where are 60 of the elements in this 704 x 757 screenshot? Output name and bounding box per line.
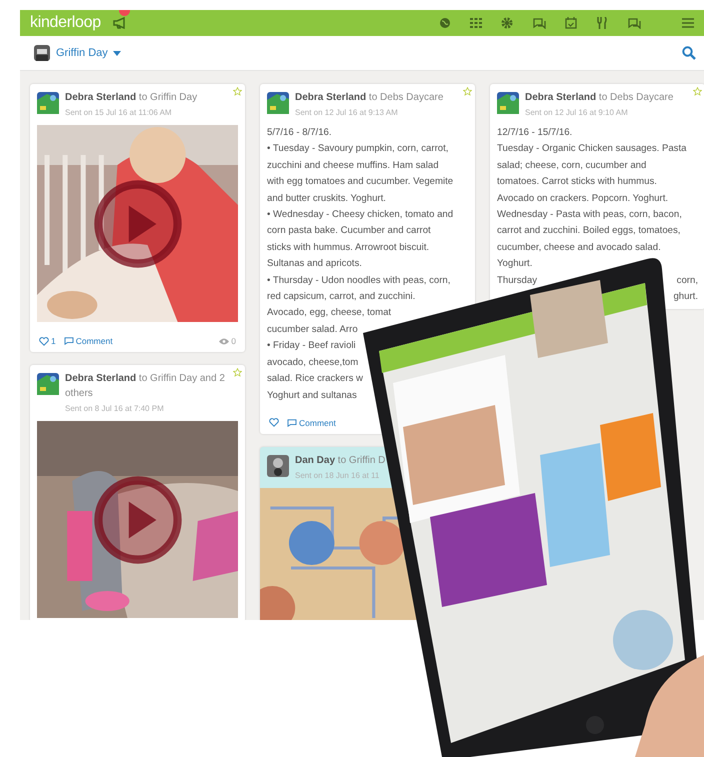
play-icon[interactable] xyxy=(92,474,184,566)
post-text-line: cucumber salad. Arro xyxy=(267,322,358,337)
post-text-line: Avocado, egg, cheese, tomat xyxy=(267,306,392,320)
post-text-line: and butter cruskits. Yoghurt. xyxy=(267,192,386,206)
menu-icon[interactable] xyxy=(682,18,694,28)
speech-bubble-icon xyxy=(287,418,297,427)
globe-icon[interactable] xyxy=(439,17,451,29)
post-text-line: Wednesday - Pasta with peas, corn, bacon, xyxy=(497,208,682,222)
post-text-line: Sultanas and apricots. xyxy=(267,257,362,272)
search-icon[interactable] xyxy=(682,46,696,60)
fork-knife-icon[interactable] xyxy=(596,17,608,29)
chat-icon[interactable] xyxy=(532,17,546,29)
post-author: Debra Sterland to Griffin Day xyxy=(65,91,198,105)
post-text-line: 12/7/16 - 15/7/16. xyxy=(497,126,572,140)
sent-date: Sent on 15 Jul 16 at 11:06 AM xyxy=(65,108,173,117)
sent-date: Sent on 12 Jul 16 at 9:13 AM xyxy=(295,108,399,117)
post-author: Debra Sterland to Griffin Day and 2 others xyxy=(65,372,226,401)
post-text-line: cucumber, cheese and avocado salad. xyxy=(497,240,661,255)
post-text-line: avocado, cheese,tom xyxy=(267,356,358,370)
post-text-line: 5/7/16 - 8/7/16. xyxy=(267,126,332,140)
eye-icon xyxy=(219,338,230,344)
post-text-line: Avocado on crackers. Popcorn. Yoghurt. xyxy=(497,192,668,206)
post-text-line: with egg tomatoes and cucumber. Vegemite xyxy=(267,175,454,190)
heart-icon xyxy=(39,336,49,346)
like-button[interactable]: 1 xyxy=(39,336,56,346)
post-text-line: Tuesday - Organic Chicken sausages. Pasta xyxy=(497,142,686,156)
star-icon[interactable] xyxy=(233,87,242,96)
play-icon[interactable] xyxy=(92,178,184,270)
chat-icon[interactable] xyxy=(627,17,641,29)
post-text-line: tomatoes. Carrot sticks with hummus. xyxy=(497,175,657,190)
like-button[interactable] xyxy=(269,418,279,428)
post-text-line: salad; cheese, corn, cucumber and xyxy=(497,158,646,173)
calendar-icon[interactable] xyxy=(565,17,577,29)
post-text-line: carrot and zucchini. Boiled eggs, tomatoes, xyxy=(497,224,680,238)
sent-date: Sent on 18 Jun 16 at 11 xyxy=(295,470,380,480)
post-text-line: • Wednesday - Cheesy chicken, tomato and xyxy=(267,208,454,222)
view-count: 0 xyxy=(219,336,236,346)
megaphone-icon[interactable] xyxy=(112,17,127,29)
post-text-line: Yoghurt and sultanas xyxy=(267,388,357,402)
post-text-line: • Friday - Beef ravioli xyxy=(267,339,356,354)
comment-link[interactable]: Comment xyxy=(287,418,336,428)
post-text-line: zucchini and cheese muffins. Ham salad xyxy=(267,158,439,173)
star-icon[interactable] xyxy=(693,87,702,96)
heart-icon xyxy=(269,418,279,428)
comment-link[interactable]: Comment xyxy=(64,336,113,346)
post-author: Debra Sterland to Debs Daycare xyxy=(525,91,674,105)
post-author: Debra Sterland to Debs Daycare xyxy=(295,91,444,105)
post-text-line: corn pasta bake. Cucumber and carrot xyxy=(267,224,431,238)
speech-bubble-icon xyxy=(64,337,74,345)
star-icon[interactable] xyxy=(233,368,242,377)
post-text-line: • Tuesday - Savoury pumpkin, corn, carrot, xyxy=(267,142,448,156)
post-text-line: sticks with hummus. Arrowroot biscuit. xyxy=(267,240,430,255)
grid-icon[interactable] xyxy=(470,17,482,29)
star-icon[interactable] xyxy=(463,87,472,96)
sent-date: Sent on 12 Jul 16 at 9:10 AM xyxy=(525,108,629,117)
post-text-line: salad. Rice crackers w xyxy=(267,372,363,386)
child-selector[interactable]: Griffin Day xyxy=(56,47,121,59)
sent-date: Sent on 8 Jul 16 at 7:40 PM xyxy=(65,404,165,413)
gear-icon[interactable] xyxy=(501,17,513,29)
caret-icon xyxy=(112,50,121,56)
